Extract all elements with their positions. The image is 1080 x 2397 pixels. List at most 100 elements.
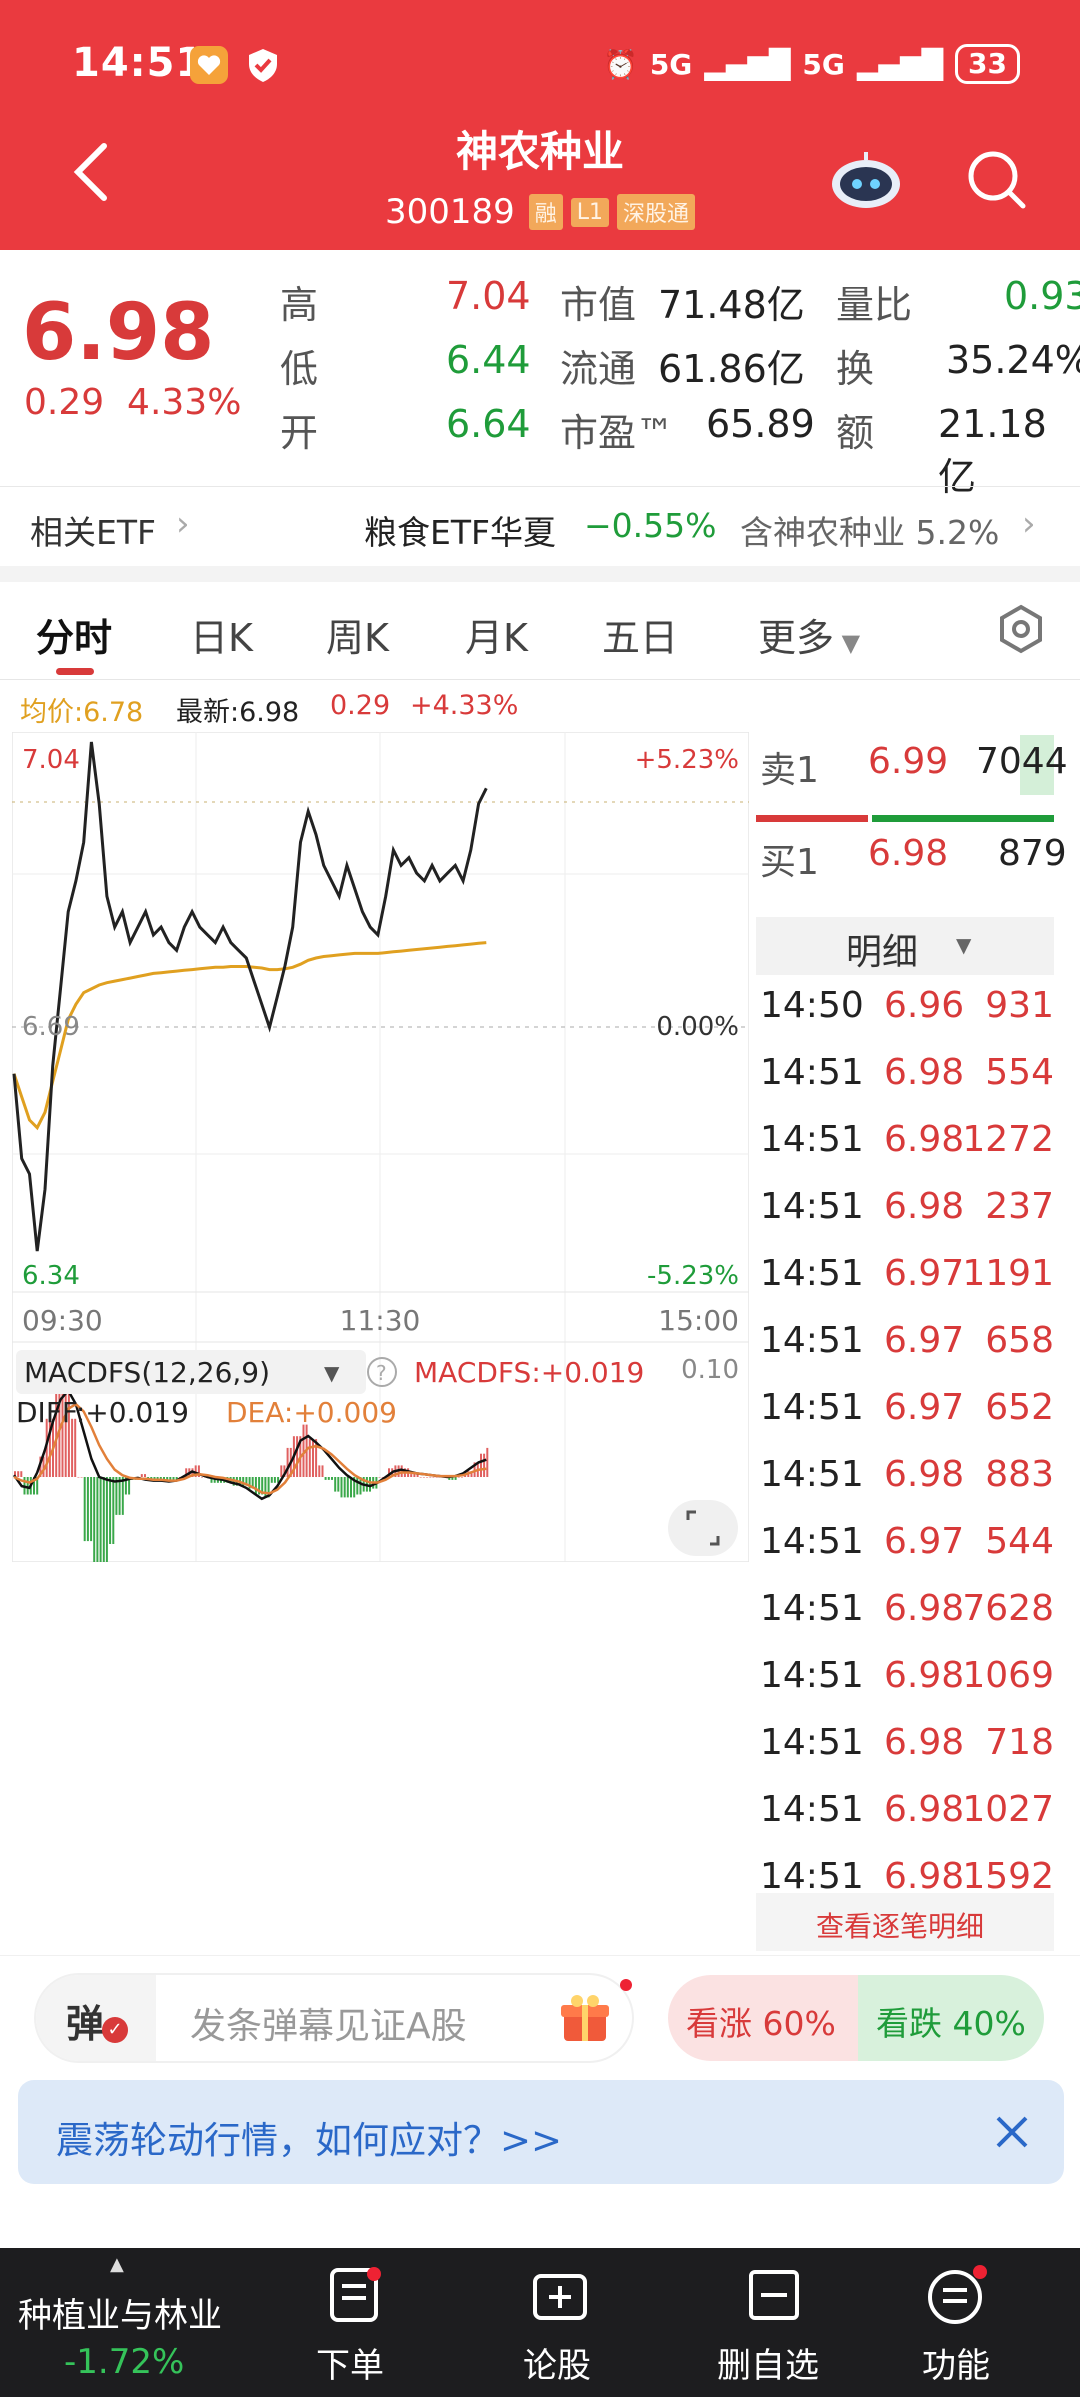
tab-monthly[interactable]: 月K (465, 607, 528, 662)
latest-price: 最新:6.98 (176, 697, 300, 728)
bottom-price-label: 6.34 (22, 1261, 80, 1291)
tab-intraday[interactable]: 分时 (36, 607, 112, 662)
nav-functions[interactable]: 功能 (900, 2248, 1020, 2397)
nav-remove-watchlist[interactable]: 删自选 (705, 2248, 845, 2397)
macd-bar (334, 1477, 337, 1492)
macd-bar (337, 1477, 340, 1492)
view-details-button[interactable]: 查看逐笔明细 (756, 1893, 1054, 1951)
nav-order-label: 下单 (316, 2346, 384, 2386)
macd-max-label: 0.10 (681, 1355, 739, 1385)
trade-time: 14:51 (760, 1789, 864, 1830)
tab-daily[interactable]: 日K (190, 607, 253, 662)
etf-name: 粮食ETF华夏 (364, 513, 556, 552)
chart-tabs: 分时 日K 周K 月K 五日 更多 ▼ (0, 582, 1080, 680)
trade-time: 14:51 (760, 1119, 864, 1160)
bullish-button[interactable]: 看涨 60% (668, 1975, 858, 2061)
trade-price: 6.98 (884, 1119, 965, 1160)
macd-bar (270, 1477, 273, 1483)
sell1-label: 卖1 (760, 750, 819, 791)
divider-2 (0, 1955, 1080, 1956)
macd-bar (426, 1477, 429, 1478)
trade-time: 14:51 (760, 1454, 864, 1495)
danmu-icon: 弹 (66, 2002, 105, 2046)
macd-bar (410, 1474, 413, 1477)
trade-volume: 1069 (962, 1655, 1054, 1696)
nav-order[interactable]: 下单 (300, 2248, 410, 2397)
sector-info[interactable]: ▲ 种植业与林业 -1.72% (0, 2248, 250, 2397)
macd-bar (280, 1465, 283, 1477)
trade-time: 14:51 (760, 1655, 864, 1696)
macd-bar (429, 1477, 432, 1478)
macd-bar (105, 1477, 108, 1562)
caret-down-icon: ▼ (834, 629, 861, 657)
trade-volume: 544 (985, 1521, 1054, 1562)
check-badge-icon: ✓ (102, 2017, 128, 2043)
trade-price: 6.98 (884, 1454, 965, 1495)
trade-row: 14:51 6.97 544 (752, 1521, 1058, 1581)
expand-button[interactable] (668, 1500, 738, 1556)
chevron-right-icon-2: › (1022, 504, 1036, 544)
buy1-label: 买1 (760, 842, 819, 883)
discuss-icon (533, 2274, 587, 2320)
tab-more-label: 更多 (758, 616, 835, 660)
macd-bar (378, 1477, 381, 1478)
macd-bar (340, 1477, 343, 1498)
trade-time: 14:51 (760, 1186, 864, 1227)
related-etf-bar[interactable]: 相关ETF › 粮食ETF华夏 −0.55% 含神农种业 5.2% › (0, 486, 1080, 566)
detail-toggle[interactable]: 明细 ▼ (756, 917, 1054, 975)
volratio-label: 量比 (836, 283, 913, 327)
macd-bar (432, 1477, 435, 1478)
nav-discuss[interactable]: 论股 (505, 2248, 615, 2397)
macd-bar (327, 1477, 330, 1480)
macd-bar (118, 1477, 121, 1515)
close-icon[interactable] (994, 2114, 1030, 2150)
top-header: 14:51 ⏰ 5G ▂▄▆█ 5G ▂▄▆█ 33 神农种业 300189 融… (0, 0, 1080, 250)
menu-icon (928, 2265, 987, 2324)
bearish-button[interactable]: 看跌 40% (858, 1975, 1044, 2061)
trade-row: 14:51 6.98 883 (752, 1454, 1058, 1514)
change-amount: 0.29 (24, 382, 105, 423)
banner-text: 震荡轮动行情，如何应对？>> (56, 2119, 563, 2162)
tab-more[interactable]: 更多 ▼ (758, 607, 860, 662)
settings-icon[interactable] (996, 604, 1046, 654)
tab-five-day[interactable]: 五日 (602, 607, 678, 662)
tab-weekly[interactable]: 周K (326, 607, 389, 662)
trade-time: 14:51 (760, 1320, 864, 1361)
high-value: 7.04 (446, 274, 531, 318)
macd-bar (144, 1474, 146, 1477)
buy-ratio-bar (756, 815, 868, 822)
macd-bar (96, 1477, 99, 1562)
trade-volume: 718 (985, 1722, 1054, 1763)
danmu-icon-wrap: 弹 ✓ (36, 1975, 156, 2061)
trade-row: 14:51 6.98 1027 (752, 1789, 1058, 1849)
macd-bar (121, 1477, 124, 1515)
stock-code: 300189 (384, 192, 515, 232)
macd-bar (356, 1477, 359, 1495)
macd-bar (296, 1436, 299, 1477)
search-icon[interactable] (965, 148, 1027, 210)
gift-icon[interactable] (558, 1991, 612, 2045)
macd-bar (483, 1453, 486, 1477)
battery-indicator: 33 (955, 44, 1020, 84)
time-start-label: 09:30 (22, 1304, 103, 1337)
trade-price: 6.97 (884, 1387, 965, 1428)
sell1-price: 6.99 (868, 741, 949, 782)
trade-volume: 883 (985, 1454, 1054, 1495)
trade-row: 14:51 6.98 554 (752, 1052, 1058, 1112)
robot-assistant-icon[interactable] (828, 150, 904, 210)
intraday-chart[interactable]: 7.04 +5.23% 6.69 0.00% 6.34 -5.23% 09:30… (12, 732, 749, 1562)
trade-volume: 554 (985, 1052, 1054, 1093)
danmu-placeholder: 发条弹幕见证A股 (190, 2006, 467, 2047)
promo-banner[interactable]: 震荡轮动行情，如何应对？>> (18, 2080, 1064, 2184)
macd-bar (324, 1477, 327, 1480)
sector-name: 种植业与林业 (18, 2296, 222, 2336)
trade-volume: 7628 (962, 1588, 1054, 1629)
macd-bar (435, 1477, 438, 1478)
pe-value: 65.89 (706, 402, 815, 446)
macd-bar (369, 1477, 371, 1492)
stock-code-row: 300189 融 L1 深股通 (0, 192, 1080, 232)
shield-check-icon (244, 46, 282, 84)
danmu-input[interactable]: 弹 ✓ 发条弹幕见证A股 (36, 1975, 632, 2061)
signal-icon-2: ▂▄▆█ (856, 47, 944, 81)
notification-dot (620, 1979, 632, 1991)
